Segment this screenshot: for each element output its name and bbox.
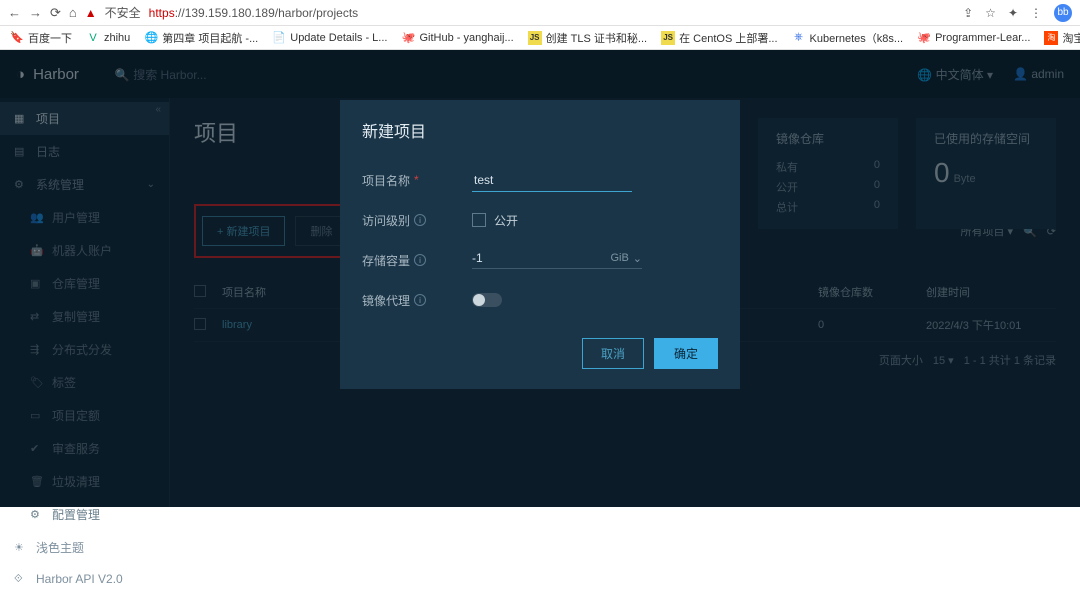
info-icon[interactable]: i bbox=[414, 294, 426, 306]
menu-icon[interactable]: ⋮ bbox=[1030, 6, 1042, 20]
favorite-icon[interactable]: ☆ bbox=[985, 6, 996, 20]
insecure-label: 不安全 bbox=[105, 4, 141, 21]
access-level-label: 访问级别 bbox=[362, 212, 410, 229]
bookmark-icon: V bbox=[86, 31, 100, 45]
kubernetes-icon: ⎈ bbox=[792, 31, 806, 45]
modal-overlay[interactable]: 新建项目 项目名称 * 访问级别 i 公开 存储容量 i GiB ⌄ bbox=[0, 50, 1080, 507]
url-scheme: https bbox=[149, 6, 175, 20]
bookmarks-bar: 🔖百度一下 Vzhihu 🌐第四章 项目起航 -... 📄Update Deta… bbox=[0, 26, 1080, 50]
storage-quota-input[interactable] bbox=[472, 251, 562, 265]
confirm-button[interactable]: 确定 bbox=[654, 338, 718, 369]
bookmark-icon: 📄 bbox=[272, 31, 286, 45]
config-icon: ⚙ bbox=[30, 508, 44, 521]
required-icon: * bbox=[414, 173, 419, 187]
bookmark-item[interactable]: 🌐第四章 项目起航 -... bbox=[144, 30, 258, 46]
bookmark-item[interactable]: JS创建 TLS 证书和秘... bbox=[528, 30, 647, 46]
bookmark-item[interactable]: 📄Update Details - L... bbox=[272, 31, 387, 45]
sidebar-item-api[interactable]: ⟐Harbor API V2.0 bbox=[0, 564, 169, 594]
project-name-label: 项目名称 bbox=[362, 172, 410, 189]
storage-unit-select[interactable]: GiB ⌄ bbox=[610, 252, 642, 265]
bookmark-item[interactable]: Vzhihu bbox=[86, 31, 130, 45]
harbor-app: ◑ Harbor 🔍 搜索 Harbor... 🌐 中文简体 ▾ 👤 admin… bbox=[0, 50, 1080, 507]
image-proxy-label: 镜像代理 bbox=[362, 292, 410, 309]
info-icon[interactable]: i bbox=[414, 214, 426, 226]
sidebar-item-theme[interactable]: ☀浅色主题 bbox=[0, 531, 169, 564]
info-icon[interactable]: i bbox=[414, 254, 426, 266]
extensions-icon[interactable]: ✦ bbox=[1008, 6, 1018, 20]
project-name-input[interactable] bbox=[472, 169, 632, 192]
url-path: ://139.159.180.189/harbor/projects bbox=[175, 6, 358, 20]
taobao-icon: 淘 bbox=[1044, 31, 1058, 45]
public-label: 公开 bbox=[494, 212, 518, 229]
new-project-modal: 新建项目 项目名称 * 访问级别 i 公开 存储容量 i GiB ⌄ bbox=[340, 100, 740, 389]
bookmark-item[interactable]: 淘淘宝网 - 淘！我喜欢 bbox=[1044, 30, 1080, 46]
js-icon: JS bbox=[528, 31, 542, 45]
bookmark-item[interactable]: ⎈Kubernetes（k8s... bbox=[792, 30, 904, 46]
js-icon: JS bbox=[661, 31, 675, 45]
bookmark-icon: 🔖 bbox=[10, 31, 24, 45]
bookmark-icon: 🌐 bbox=[144, 31, 158, 45]
address-bar[interactable]: https://139.159.180.189/harbor/projects bbox=[149, 6, 358, 20]
bookmark-item[interactable]: 🐙Programmer-Lear... bbox=[917, 31, 1030, 45]
back-icon[interactable]: ← bbox=[8, 5, 21, 20]
bookmark-item[interactable]: 🐙GitHub - yanghaij... bbox=[401, 31, 513, 45]
bookmark-item[interactable]: JS在 CentOS 上部署... bbox=[661, 30, 777, 46]
proxy-toggle[interactable] bbox=[472, 293, 502, 307]
insecure-warning-icon: ▲ bbox=[85, 6, 97, 20]
forward-icon[interactable]: → bbox=[29, 5, 42, 20]
api-icon: ⟐ bbox=[14, 573, 28, 586]
public-checkbox[interactable] bbox=[472, 213, 486, 227]
share-icon[interactable]: ⇪ bbox=[963, 6, 973, 20]
github-icon: 🐙 bbox=[401, 31, 415, 45]
storage-quota-label: 存储容量 bbox=[362, 252, 410, 269]
browser-toolbar: ← → ⟳ ⌂ ▲ 不安全 https://139.159.180.189/ha… bbox=[0, 0, 1080, 26]
sun-icon: ☀ bbox=[14, 541, 28, 554]
bookmark-item[interactable]: 🔖百度一下 bbox=[10, 30, 72, 46]
cancel-button[interactable]: 取消 bbox=[582, 338, 644, 369]
github-icon: 🐙 bbox=[917, 31, 931, 45]
reload-icon[interactable]: ⟳ bbox=[50, 5, 61, 21]
home-icon[interactable]: ⌂ bbox=[69, 5, 77, 20]
modal-title: 新建项目 bbox=[340, 100, 740, 150]
profile-avatar[interactable]: bb bbox=[1054, 4, 1072, 22]
